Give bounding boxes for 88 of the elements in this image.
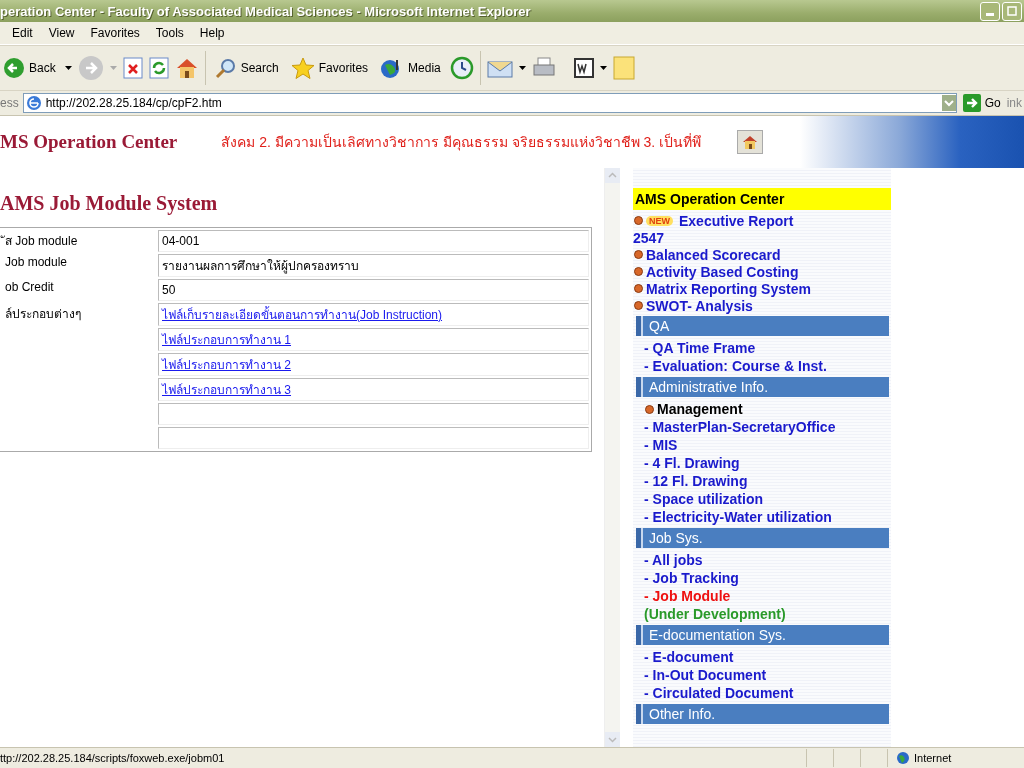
file-link[interactable]: ไฟล์ประกอบการทำงาน 2 [162,358,291,372]
section-header: QA [636,316,889,336]
back-button[interactable]: Back [0,55,59,81]
dropdown-icon[interactable] [941,95,956,111]
scroll-up-icon[interactable] [605,168,620,183]
address-label: ess [0,96,19,110]
sidebar-link[interactable]: - Evaluation: Course & Inst. [644,358,827,374]
sidebar-link[interactable]: - E-document [644,649,734,665]
sidebar-link[interactable]: Balanced Scorecard [646,246,781,263]
sidebar-link[interactable]: - Circulated Document [644,685,794,701]
sidebar-link[interactable]: - Electricity-Water utilization [644,509,832,525]
bullet-icon [634,301,643,310]
go-button[interactable]: Go [960,94,1003,112]
sidebar-link[interactable]: - All jobs [644,552,703,568]
minimize-icon [986,12,994,16]
section-header: E-documentation Sys. [636,625,889,645]
site-title: MS Operation Center [0,131,178,153]
page-heading: AMS Job Module System [0,192,219,215]
menu-item[interactable]: Favorites [82,26,148,40]
printer-icon[interactable] [531,57,556,79]
sidebar-link[interactable]: - 12 Fl. Drawing [644,473,748,489]
sidebar-link[interactable]: - In-Out Document [644,667,767,683]
go-arrow-icon [962,94,981,112]
window-title: peration Center - Faculty of Associated Medical Sciences - Microsoft Internet Explorer [0,3,531,19]
forward-icon[interactable] [77,55,104,81]
field-label: ัส Job module [2,230,156,252]
sidebar-link[interactable]: - Job Module [644,588,731,604]
sidebar-link[interactable]: 2547 [633,229,665,246]
table-cell: รายงานผลการศึกษาให้ผู้ปกครองทราบ [158,254,589,277]
status-text: ttp://202.28.25.184/scripts/foxweb.exe/jobm01 [0,752,226,764]
menu-item[interactable]: View [40,26,83,40]
field-label: ล์ประกอบต่างๆ [4,306,82,323]
maximize-icon [1007,6,1017,16]
history-icon[interactable] [449,56,474,80]
sidebar-link[interactable]: Matrix Reporting System [646,280,811,297]
minimize-button[interactable] [980,1,1000,21]
star-icon [290,57,315,79]
home-button[interactable] [737,130,763,154]
file-link[interactable]: ไฟล์เก็บรายละเอียดขั้นตอนการทำงาน(Job Instruction) [162,308,443,322]
table-cell: 50 [158,279,589,301]
sidebar-link[interactable]: - MIS [644,437,678,453]
new-badge: NEW [646,215,673,226]
motto-text: สังคม 2. มีความเป็นเลิศทางวิชาการ มีคุณธรรม จริยธรรมแห่งวิชาชีพ 3. เป็นที่พึ [221,132,701,153]
scroll-down-icon[interactable] [605,732,620,747]
file-link[interactable]: ไฟล์ประกอบการทำงาน 1 [162,333,291,347]
sidebar-link[interactable]: SWOT- Analysis [646,297,753,314]
globe-icon [896,751,910,765]
bullet-icon [634,284,643,293]
maximize-button[interactable] [1002,1,1022,21]
search-button[interactable]: Search [211,55,282,81]
document-icon[interactable] [573,58,594,78]
table-cell: 04-001 [158,230,589,252]
menu-item[interactable]: Edit [4,26,41,40]
sidebar-link[interactable]: - 4 Fl. Drawing [644,455,740,471]
section-header: Other Info. [636,704,889,724]
sidebar-header: AMS Operation Center [633,188,891,210]
group-label: Management [657,401,743,417]
bullet-icon [634,216,643,225]
caret-icon[interactable] [518,66,526,70]
refresh-icon[interactable] [148,57,169,79]
sidebar-link[interactable]: - MasterPlan-SecretaryOffice [644,419,836,435]
address-field[interactable]: http://202.28.25.184/cp/cpF2.htm [22,93,957,113]
page-icon [25,95,42,111]
bullet-icon [645,404,654,414]
sidebar-link[interactable]: - QA Time Frame [644,340,756,356]
field-label: ob Credit [4,279,55,296]
field-label: Job module [4,254,69,271]
bullet-icon [634,250,643,259]
search-icon [214,57,237,79]
mail-icon[interactable] [486,58,513,78]
sidebar-link[interactable]: Executive Report [679,212,794,229]
file-link[interactable]: ไฟล์ประกอบการทำงาน 3 [162,383,291,397]
section-header: Job Sys. [636,528,889,548]
zone-indicator: Internet [887,749,1024,767]
menu-item[interactable]: Help [191,26,233,40]
sidebar-link[interactable]: - Space utilization [644,491,763,507]
sidebar-link[interactable]: Activity Based Costing [646,263,799,280]
media-button[interactable]: Media [377,55,444,81]
bullet-icon [634,267,643,276]
stop-icon[interactable] [122,57,143,79]
favorites-button[interactable]: Favorites [287,55,372,81]
menu-item[interactable]: Tools [147,26,192,40]
section-header: Administrative Info. [636,377,889,397]
sidebar-link[interactable]: - Job Tracking [644,570,739,586]
home-icon [742,135,758,149]
caret-icon[interactable] [64,66,72,70]
status-note: (Under Development) [644,606,786,622]
caret-icon[interactable] [599,66,607,70]
